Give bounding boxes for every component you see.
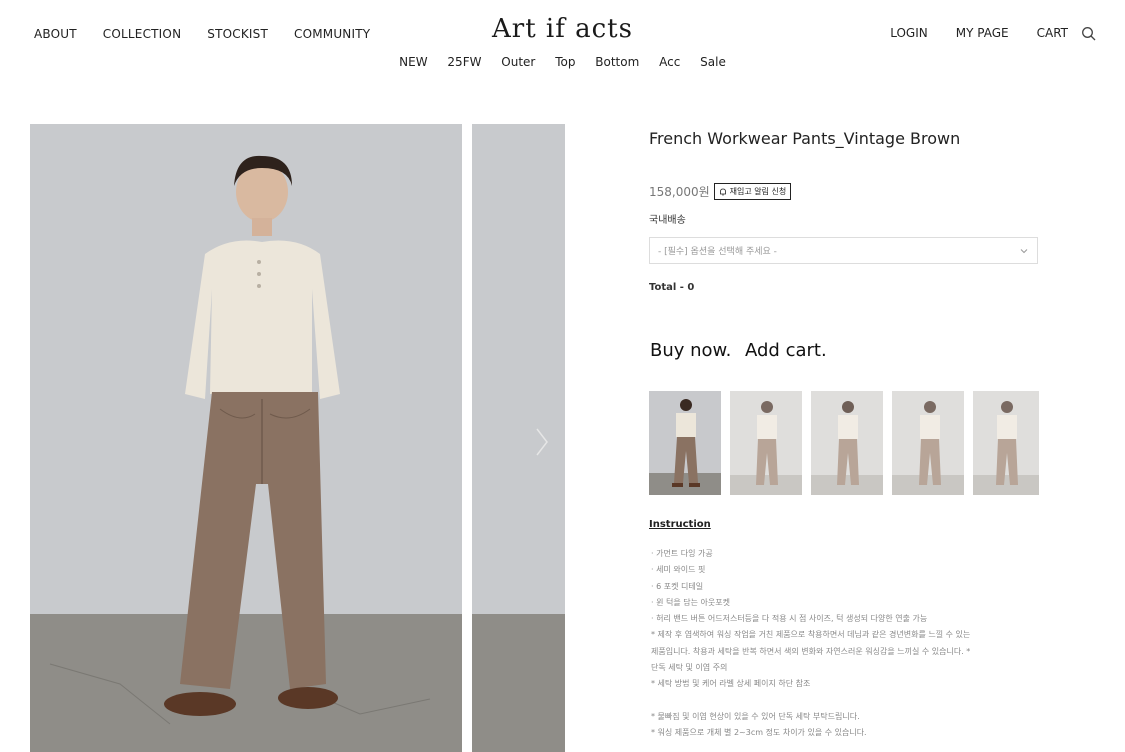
- instruction-line: 제품입니다. 착용과 세탁을 반복 하면서 색의 변화와 자연스러운 워싱감을 …: [651, 646, 971, 656]
- restock-alert-button[interactable]: 재입고 알림 신청: [713, 183, 792, 200]
- option-select[interactable]: - [필수] 옵션을 선택해 주세요 -: [649, 237, 1038, 264]
- chevron-down-icon: [1020, 249, 1028, 254]
- account-nav: LOGIN MY PAGE CART: [862, 26, 1068, 40]
- instruction-line: * 물빠짐 및 이염 현상이 있을 수 있어 단독 세탁 부탁드립니다.: [651, 711, 860, 721]
- shipping-info: 국내배송: [649, 215, 686, 226]
- instruction-line: * 워싱 제품으로 개체 별 2~3cm 정도 차이가 있을 수 있습니다.: [651, 727, 867, 737]
- add-cart-button[interactable]: Add cart.: [745, 340, 827, 361]
- instruction-line: · 가먼트 다잉 가공: [651, 549, 713, 558]
- product-thumbnail[interactable]: [892, 391, 964, 495]
- category-acc[interactable]: Acc: [659, 55, 680, 69]
- price-row: 158,000원 재입고 알림 신청: [649, 183, 792, 200]
- instruction-line: * 제작 후 염색하여 워싱 작업을 거친 제품으로 착용하면서 데님과 같은 …: [651, 630, 971, 640]
- product-next-image[interactable]: [472, 124, 565, 752]
- nav-my-page[interactable]: MY PAGE: [956, 26, 1009, 40]
- instruction-list: · 가먼트 다잉 가공 · 세미 와이드 핏 · 6 포켓 디테일 · 윈 턱을…: [651, 546, 1041, 741]
- instruction-heading: Instruction: [649, 519, 711, 530]
- restock-alert-label: 재입고 알림 신청: [729, 187, 787, 196]
- buy-now-button[interactable]: Buy now.: [650, 340, 731, 361]
- category-top[interactable]: Top: [555, 55, 575, 69]
- category-sale[interactable]: Sale: [700, 55, 726, 69]
- instruction-line: · 허리 밴드 버튼 어드저스터등을 다 적용 시 점 사이즈, 턱 생성되 다…: [651, 614, 928, 624]
- search-icon[interactable]: [1081, 26, 1097, 42]
- instruction-line: [651, 693, 1041, 709]
- product-thumbnail[interactable]: [973, 391, 1039, 495]
- category-outer[interactable]: Outer: [501, 55, 535, 69]
- category-nav: NEW 25FW Outer Top Bottom Acc Sale: [0, 55, 1125, 69]
- category-25fw[interactable]: 25FW: [447, 55, 481, 69]
- category-new[interactable]: NEW: [399, 55, 427, 69]
- instruction-line: · 세미 와이드 핏: [651, 565, 706, 575]
- nav-cart[interactable]: CART: [1037, 26, 1068, 40]
- nav-login[interactable]: LOGIN: [890, 26, 928, 40]
- product-main-image[interactable]: [30, 124, 462, 752]
- total-price: Total - 0: [649, 282, 695, 293]
- instruction-line: * 세탁 방법 및 케어 라벨 상세 페이지 하단 참조: [651, 679, 811, 689]
- option-placeholder: - [필수] 옵션을 선택해 주세요 -: [658, 247, 777, 257]
- bell-icon: [719, 188, 726, 195]
- product-thumbnail[interactable]: [811, 391, 883, 495]
- instruction-line: · 윈 턱을 담는 아웃포켓: [651, 597, 730, 607]
- category-bottom[interactable]: Bottom: [595, 55, 639, 69]
- product-thumbnail[interactable]: [649, 391, 721, 495]
- instruction-line: · 6 포켓 디테일: [651, 581, 704, 591]
- instruction-line: 단독 세탁 및 이염 주의: [651, 663, 728, 673]
- product-thumbnail[interactable]: [730, 391, 802, 495]
- product-title: French Workwear Pants_Vintage Brown: [649, 129, 961, 148]
- product-price: 158,000원: [649, 185, 710, 199]
